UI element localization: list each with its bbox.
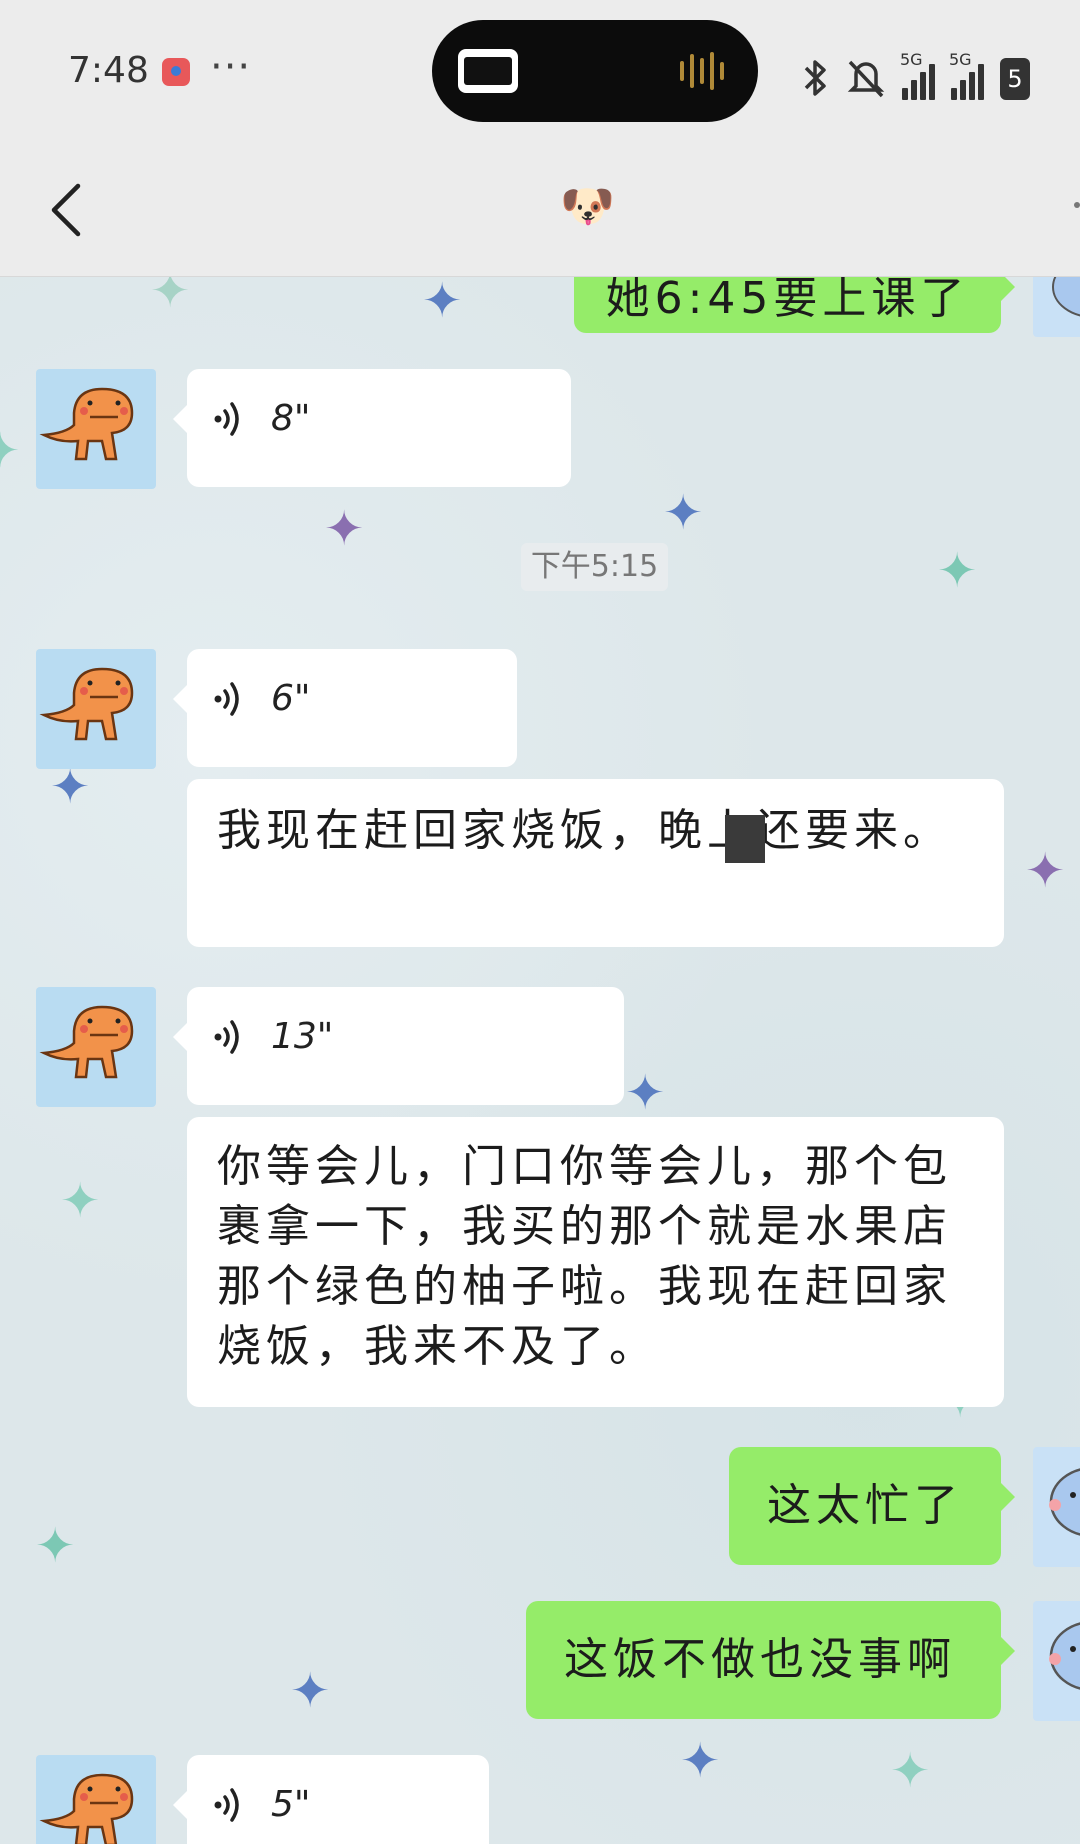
orange-dino-icon <box>39 667 134 741</box>
app-notification-icon <box>162 58 190 86</box>
media-thumbnail-icon <box>458 49 518 93</box>
status-bar: 7:48 ··· 5G 5G 5 <box>0 0 1080 140</box>
chat-area[interactable]: ✦ ✦ ✦ ✦ ✦ ✦ ✦ ✦ ✦ ✦ ✦ ✦ ✦ ✦ ✦ 她6:45要上课了 … <box>0 277 1080 1844</box>
voice-wave-icon <box>214 1788 239 1822</box>
orange-dino-icon <box>39 387 134 461</box>
blue-dino-icon <box>1052 277 1080 317</box>
sparkle-decoration-icon: ✦ <box>890 1743 931 1799</box>
more-notifications-icon: ··· <box>210 44 252 90</box>
redacted-area <box>725 815 765 863</box>
status-indicators: 5G 5G 5 <box>800 40 1030 100</box>
message-text: 她6:45要上课了 <box>605 277 970 324</box>
battery-icon: 5 <box>1000 58 1030 100</box>
voice-message[interactable]: 13" <box>173 987 624 1105</box>
outgoing-text-message[interactable]: 这饭不做也没事啊 <box>526 1601 1015 1719</box>
status-time: 7:48 <box>68 50 149 91</box>
sparkle-decoration-icon: ✦ <box>150 277 191 319</box>
more-options-icon[interactable] <box>1074 202 1080 208</box>
voice-transcript-text[interactable]: 我现在赶回家烧饭，晚上还要来。 <box>187 779 1004 947</box>
sparkle-decoration-icon: ✦ <box>35 1518 76 1574</box>
chat-header: 🐶 <box>0 140 1080 277</box>
voice-duration: 8" <box>271 398 311 439</box>
sparkle-decoration-icon: ✦ <box>1025 843 1066 899</box>
message-text: 这太忙了 <box>767 1480 963 1531</box>
chat-title: 🐶 <box>560 181 615 232</box>
voice-duration: 6" <box>271 678 311 719</box>
my-avatar[interactable] <box>1033 277 1080 337</box>
bluetooth-icon <box>804 60 826 96</box>
contact-avatar[interactable] <box>36 369 156 489</box>
back-arrow-icon[interactable] <box>44 180 88 240</box>
voice-wave-icon <box>214 1020 239 1054</box>
outgoing-text-message[interactable]: 这太忙了 <box>729 1447 1015 1565</box>
sparkle-decoration-icon: ✦ <box>290 1663 331 1719</box>
sparkle-decoration-icon: ✦ <box>60 1173 101 1229</box>
sparkle-decoration-icon: ✦ <box>0 423 21 479</box>
sparkle-decoration-icon: ✦ <box>422 277 463 329</box>
contact-avatar[interactable] <box>36 987 156 1107</box>
orange-dino-icon <box>39 1005 134 1079</box>
my-avatar[interactable] <box>1033 1447 1080 1567</box>
sparkle-decoration-icon: ✦ <box>663 485 704 541</box>
message-text: 我现在赶回家烧饭，晚上还要来。 <box>217 805 952 856</box>
contact-avatar[interactable] <box>36 649 156 769</box>
sparkle-decoration-icon: ✦ <box>625 1065 666 1121</box>
voice-duration: 13" <box>271 1016 334 1057</box>
audio-wave-icon <box>680 51 724 91</box>
cellular-signal-2-icon: 5G <box>949 50 984 100</box>
message-timestamp: 下午5:15 <box>521 543 668 591</box>
voice-message[interactable]: 6" <box>173 649 517 767</box>
voice-message[interactable]: 8" <box>173 369 571 487</box>
sparkle-decoration-icon: ✦ <box>50 759 91 815</box>
voice-message[interactable]: 5" <box>173 1755 489 1844</box>
voice-duration: 5" <box>271 1784 311 1825</box>
contact-avatar[interactable] <box>36 1755 156 1844</box>
sparkle-decoration-icon: ✦ <box>324 501 365 557</box>
blue-dino-icon <box>1049 1468 1080 1536</box>
voice-transcript-text[interactable]: 你等会儿，门口你等会儿，那个包裹拿一下，我买的那个就是水果店那个绿色的柚子啦。我… <box>187 1117 1004 1407</box>
sparkle-decoration-icon: ✦ <box>937 543 978 599</box>
voice-wave-icon <box>214 402 239 436</box>
mute-bell-icon <box>847 60 885 98</box>
cellular-signal-1-icon: 5G <box>900 50 935 100</box>
orange-dino-icon <box>39 1773 134 1844</box>
blue-dino-icon <box>1049 1622 1080 1690</box>
my-avatar[interactable] <box>1033 1601 1080 1721</box>
outgoing-text-message[interactable]: 她6:45要上课了 <box>574 277 1015 333</box>
dynamic-island[interactable] <box>432 20 758 122</box>
voice-wave-icon <box>214 682 239 716</box>
sparkle-decoration-icon: ✦ <box>680 1733 721 1789</box>
message-text: 这饭不做也没事啊 <box>564 1634 956 1685</box>
message-text: 你等会儿，门口你等会儿，那个包裹拿一下，我买的那个就是水果店那个绿色的柚子啦。我… <box>217 1141 952 1372</box>
